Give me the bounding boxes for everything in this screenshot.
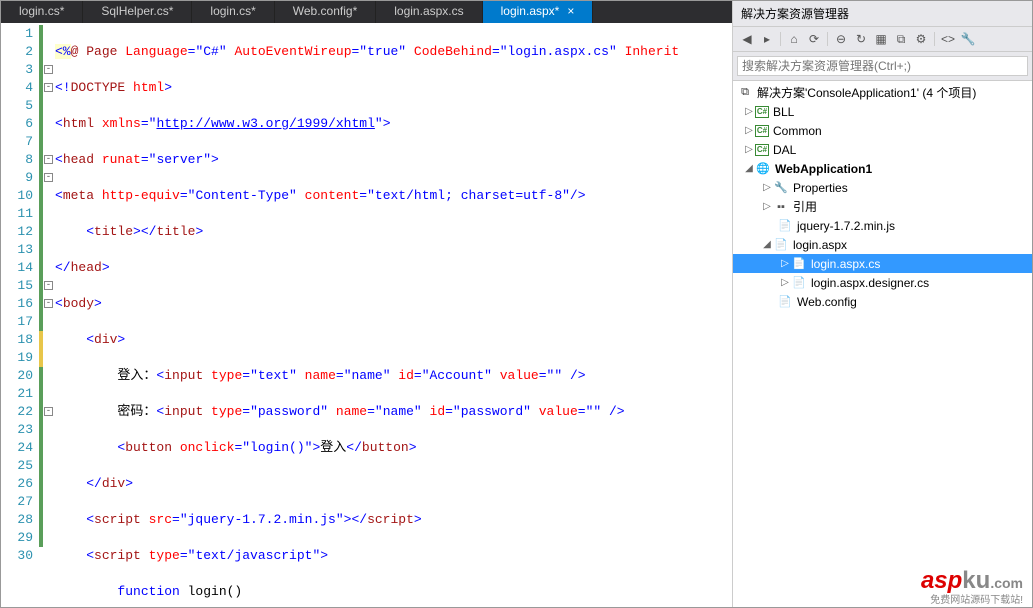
line-gutter: 1234567891011121314151617181920212223242…: [1, 23, 39, 607]
tree-solution[interactable]: ⧉解决方案'ConsoleApplication1' (4 个项目): [733, 83, 1032, 102]
refresh-icon[interactable]: ↻: [852, 30, 870, 48]
marker-margin: - - - - - - -: [39, 23, 53, 607]
collapse-icon[interactable]: ⊖: [832, 30, 850, 48]
expand-icon[interactable]: ▷: [779, 258, 791, 269]
expand-icon[interactable]: ▷: [761, 201, 773, 212]
tree-item-webapp[interactable]: ◢🌐WebApplication1: [733, 159, 1032, 178]
show-all-icon[interactable]: ▦: [872, 30, 890, 48]
collapse-icon[interactable]: ◢: [743, 163, 755, 174]
tree-item-jquery[interactable]: 📄jquery-1.7.2.min.js: [733, 216, 1032, 235]
tree-item-webconfig[interactable]: 📄Web.config: [733, 292, 1032, 311]
editor-pane: login.cs* SqlHelper.cs* login.cs* Web.co…: [1, 1, 732, 607]
code-icon[interactable]: <>: [939, 30, 957, 48]
close-icon[interactable]: ×: [567, 4, 574, 18]
config-icon: 📄: [777, 294, 793, 310]
code-content[interactable]: <%@ Page Language="C#" AutoEventWireup="…: [53, 23, 732, 607]
expand-icon[interactable]: ▷: [743, 106, 755, 117]
panel-title: 解决方案资源管理器: [733, 1, 1032, 27]
csharp-icon: C#: [755, 144, 769, 156]
fold-icon[interactable]: -: [44, 65, 53, 74]
tree-item-loginaspxdes[interactable]: ▷📄login.aspx.designer.cs: [733, 273, 1032, 292]
expand-icon[interactable]: ▷: [743, 125, 755, 136]
tree-item-common[interactable]: ▷C#Common: [733, 121, 1032, 140]
wrench-icon[interactable]: 🔧: [959, 30, 977, 48]
solution-icon: ⧉: [737, 85, 753, 101]
home-icon[interactable]: ⌂: [785, 30, 803, 48]
tree-item-dal[interactable]: ▷C#DAL: [733, 140, 1032, 159]
copy-icon[interactable]: ⧉: [892, 30, 910, 48]
csharp-icon: C#: [755, 125, 769, 137]
tree-item-loginaspxcs[interactable]: ▷📄login.aspx.cs: [733, 254, 1032, 273]
expand-icon[interactable]: ▷: [761, 182, 773, 193]
search-input[interactable]: [737, 56, 1028, 76]
cs-file-icon: 📄: [791, 256, 807, 272]
tab-login-cs[interactable]: login.cs*: [1, 1, 83, 23]
search-box: [733, 52, 1032, 81]
properties-icon[interactable]: ⚙: [912, 30, 930, 48]
web-icon: 🌐: [755, 161, 771, 177]
tree-item-references[interactable]: ▷▪▪引用: [733, 197, 1032, 216]
expand-icon[interactable]: ▷: [743, 144, 755, 155]
tree-item-bll[interactable]: ▷C#BLL: [733, 102, 1032, 121]
solution-explorer: 解决方案资源管理器 ◀ ▸ ⌂ ⟳ ⊖ ↻ ▦ ⧉ ⚙ <> 🔧 ⧉解决方案'C…: [732, 1, 1032, 607]
tab-label: login.aspx*: [501, 4, 560, 18]
tab-bar: login.cs* SqlHelper.cs* login.cs* Web.co…: [1, 1, 732, 23]
tab-sqlhelper[interactable]: SqlHelper.cs*: [83, 1, 192, 23]
collapse-icon[interactable]: ◢: [761, 239, 773, 250]
cs-file-icon: 📄: [791, 275, 807, 291]
code-editor[interactable]: 1234567891011121314151617181920212223242…: [1, 23, 732, 607]
toolbar: ◀ ▸ ⌂ ⟳ ⊖ ↻ ▦ ⧉ ⚙ <> 🔧: [733, 27, 1032, 52]
fold-icon[interactable]: -: [44, 407, 53, 416]
tab-webconfig[interactable]: Web.config*: [275, 1, 376, 23]
fold-icon[interactable]: -: [44, 281, 53, 290]
fold-icon[interactable]: -: [44, 155, 53, 164]
aspx-icon: 📄: [773, 237, 789, 253]
expand-icon[interactable]: ▷: [779, 277, 791, 288]
tab-login-aspx-cs[interactable]: login.aspx.cs: [376, 1, 482, 23]
sync-icon[interactable]: ⟳: [805, 30, 823, 48]
tab-login-aspx[interactable]: login.aspx* ×: [483, 1, 594, 23]
references-icon: ▪▪: [773, 199, 789, 215]
back-icon[interactable]: ◀: [738, 30, 756, 48]
fold-icon[interactable]: -: [44, 83, 53, 92]
js-icon: 📄: [777, 218, 793, 234]
solution-tree: ⧉解决方案'ConsoleApplication1' (4 个项目) ▷C#BL…: [733, 81, 1032, 607]
wrench-icon: 🔧: [773, 180, 789, 196]
tree-item-loginaspx[interactable]: ◢📄login.aspx: [733, 235, 1032, 254]
csharp-icon: C#: [755, 106, 769, 118]
fold-icon[interactable]: -: [44, 173, 53, 182]
fold-icon[interactable]: -: [44, 299, 53, 308]
forward-icon[interactable]: ▸: [758, 30, 776, 48]
tree-item-properties[interactable]: ▷🔧Properties: [733, 178, 1032, 197]
tab-login-cs-2[interactable]: login.cs*: [192, 1, 274, 23]
